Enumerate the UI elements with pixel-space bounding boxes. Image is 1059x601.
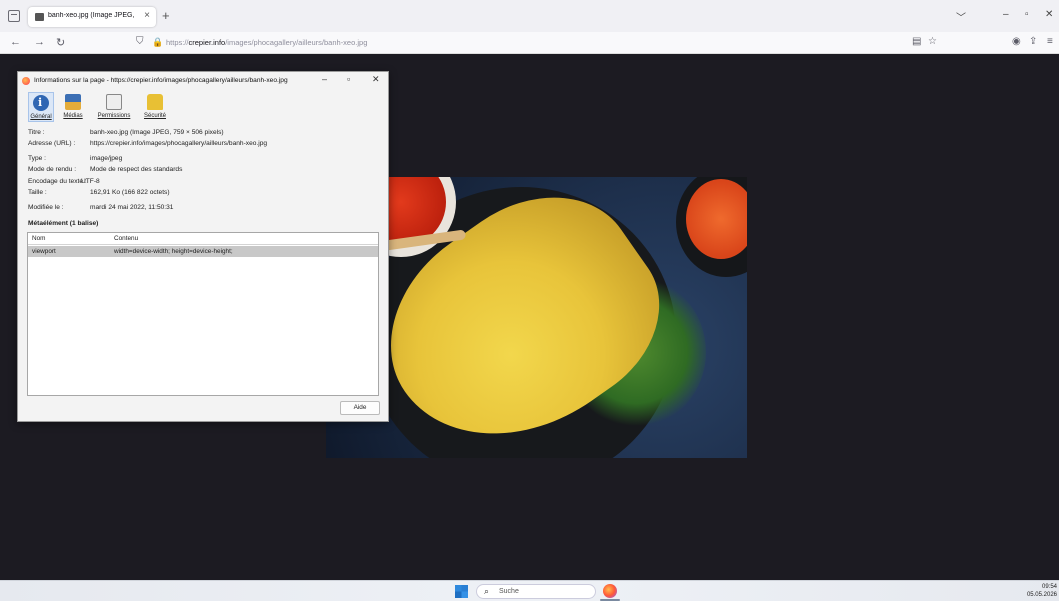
list-all-tabs-icon[interactable]: ﹀ bbox=[956, 9, 966, 24]
lock-icon bbox=[147, 94, 163, 110]
field-value[interactable]: Mode de respect des standards bbox=[90, 166, 182, 173]
system-clock[interactable]: 09:54 05.05.2026 bbox=[1027, 583, 1057, 599]
field-label: Taille : bbox=[28, 189, 47, 196]
field-value[interactable]: banh-xeo.jpg (Image JPEG, 759 × 506 pixe… bbox=[90, 129, 224, 136]
tab-banh-xeo[interactable]: banh-xeo.jpg (Image JPEG, 759 × bbox=[28, 7, 156, 27]
meta-heading: Métaélément (1 balise) bbox=[28, 220, 99, 227]
dialog-minimize-icon[interactable]: – bbox=[322, 74, 327, 84]
field-label: Type : bbox=[28, 155, 46, 162]
permissions-icon bbox=[106, 94, 122, 110]
restore-icon[interactable]: ▫ bbox=[1025, 9, 1029, 20]
help-button[interactable]: Aide bbox=[340, 401, 380, 415]
carrots bbox=[686, 179, 747, 259]
field-value[interactable]: https://crepier.info/images/phocagallery… bbox=[90, 140, 267, 147]
image-favicon-icon bbox=[35, 13, 44, 21]
field-label: Mode de rendu : bbox=[28, 166, 77, 173]
search-label: Suche bbox=[499, 588, 519, 595]
tab-general[interactable]: Général bbox=[28, 92, 54, 122]
minimize-icon[interactable]: – bbox=[1003, 9, 1009, 20]
dialog-title: Informations sur la page - https://crepi… bbox=[34, 77, 288, 84]
taskbar: ⌕ Suche 09:54 05.05.2026 bbox=[0, 580, 1059, 601]
tab-medias-label: Médias bbox=[63, 113, 83, 119]
tab-permissions[interactable]: Permissions bbox=[94, 92, 134, 122]
dialog-titlebar[interactable]: Informations sur la page - https://crepi… bbox=[18, 72, 388, 90]
column-name-header[interactable]: Nom bbox=[32, 235, 46, 242]
taskbar-search[interactable]: ⌕ Suche bbox=[476, 584, 596, 599]
meta-name-cell: viewport bbox=[32, 248, 56, 255]
share-icon[interactable]: ⇪ bbox=[1029, 36, 1037, 47]
field-value[interactable]: mardi 24 mai 2022, 11:50:31 bbox=[90, 204, 173, 211]
close-tab-icon[interactable]: × bbox=[144, 10, 150, 21]
reload-icon[interactable]: ↻ bbox=[56, 36, 65, 49]
meta-table-header: Nom Contenu bbox=[28, 233, 378, 245]
field-label: Titre : bbox=[28, 129, 45, 136]
clock-date: 05.05.2026 bbox=[1026, 592, 1057, 598]
tab-permissions-label: Permissions bbox=[97, 113, 131, 119]
account-icon[interactable]: ◉ bbox=[1012, 36, 1021, 47]
dialog-maximize-icon[interactable]: ▫ bbox=[347, 74, 350, 84]
carrot-bowl bbox=[676, 177, 747, 277]
menu-icon[interactable]: ≡ bbox=[1047, 36, 1053, 47]
tab-title: banh-xeo.jpg (Image JPEG, 759 bbox=[48, 12, 136, 19]
media-icon bbox=[65, 94, 81, 110]
field-label: Encodage du texte : bbox=[28, 178, 87, 185]
meta-table[interactable]: Nom Contenu viewport width=device-width;… bbox=[27, 232, 379, 396]
field-label: Modifiée le : bbox=[28, 204, 64, 211]
firefox-taskbar-icon[interactable] bbox=[603, 584, 617, 598]
tab-securite[interactable]: Sécurité bbox=[140, 92, 170, 122]
table-row[interactable]: viewport width=device-width; height=devi… bbox=[28, 246, 378, 257]
tab-medias[interactable]: Médias bbox=[58, 92, 88, 122]
firefox-icon bbox=[22, 77, 30, 85]
back-icon[interactable]: ← bbox=[10, 36, 21, 48]
info-icon bbox=[33, 95, 49, 111]
tab-bar: banh-xeo.jpg (Image JPEG, 759 × + ﹀ – ▫ … bbox=[0, 0, 1059, 32]
windows-start-icon[interactable] bbox=[455, 585, 468, 598]
bookmark-star-icon[interactable]: ☆ bbox=[928, 36, 937, 47]
tab-general-label: Général bbox=[30, 114, 52, 120]
navigation-bar: ← → ↻ ⛉ 🔒 https://crepier.info/images/ph… bbox=[0, 32, 1059, 54]
column-content-header[interactable]: Contenu bbox=[114, 235, 138, 242]
url-bar[interactable]: ⛉ 🔒 https://crepier.info/images/phocagal… bbox=[130, 34, 950, 52]
forward-icon[interactable]: → bbox=[34, 36, 45, 48]
tracking-shield-icon[interactable]: ⛉ bbox=[136, 36, 144, 47]
page-info-dialog: Informations sur la page - https://crepi… bbox=[17, 71, 389, 422]
search-icon: ⌕ bbox=[484, 586, 490, 596]
field-value[interactable]: 162,91 Ko (166 822 octets) bbox=[90, 189, 170, 196]
tab-list-button[interactable] bbox=[8, 10, 20, 22]
url-text[interactable]: https://crepier.info/images/phocagallery… bbox=[166, 38, 367, 47]
field-value[interactable]: image/jpeg bbox=[90, 155, 122, 162]
clock-time: 09:54 bbox=[1041, 584, 1057, 590]
field-label: Adresse (URL) : bbox=[28, 140, 76, 147]
reader-view-icon[interactable]: ▤ bbox=[912, 36, 921, 47]
meta-content-cell: width=device-width; height=device-height… bbox=[114, 248, 233, 255]
new-tab-icon[interactable]: + bbox=[162, 8, 170, 23]
dialog-close-icon[interactable]: ✕ bbox=[372, 74, 380, 85]
tab-securite-label: Sécurité bbox=[143, 113, 166, 119]
field-value[interactable]: UTF-8 bbox=[81, 178, 100, 185]
banh-xeo-image[interactable] bbox=[326, 177, 747, 458]
close-window-icon[interactable]: ✕ bbox=[1045, 9, 1053, 20]
lock-icon[interactable]: 🔒 bbox=[152, 37, 163, 48]
